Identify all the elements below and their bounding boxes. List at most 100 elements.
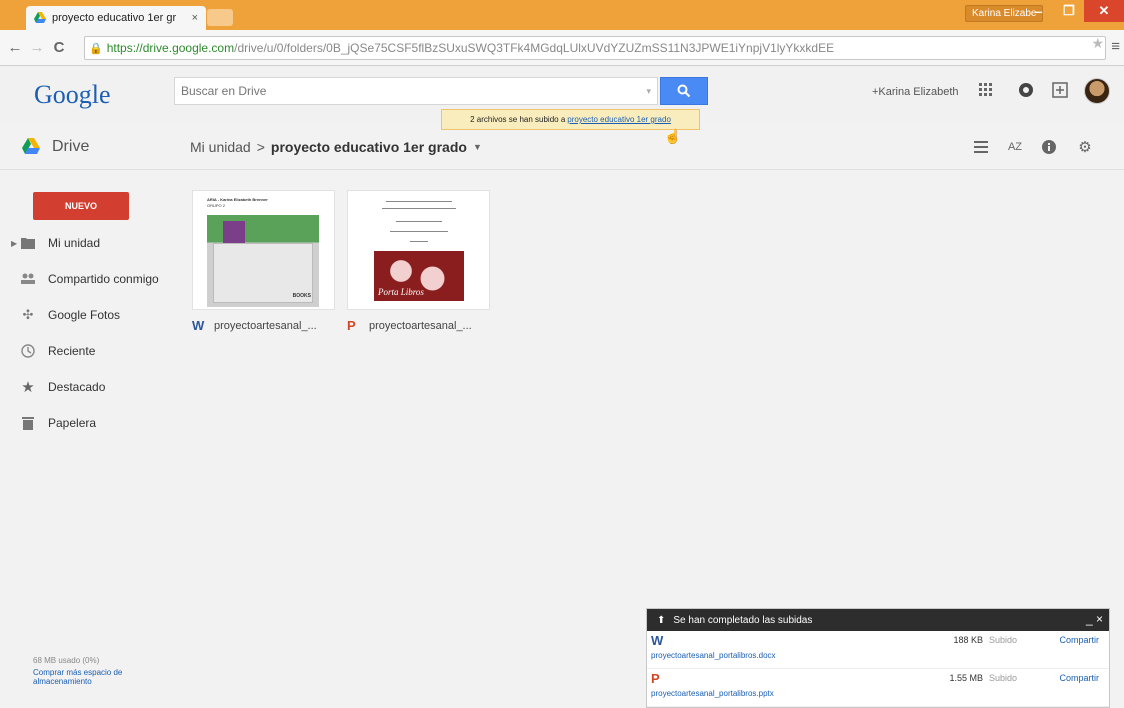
file-card-pptx[interactable]: Porta Libros P proyectoartesanal_... — [347, 190, 490, 350]
tab-close-icon[interactable]: × — [192, 12, 198, 24]
sidebar: NUEVO ▶ Mi unidad Compartido conmigo ✣ G… — [0, 170, 178, 708]
thumb-header-text: ARIA - Karina Elizabeth Brenner — [207, 197, 268, 202]
upload-file-size: 188 KB — [953, 635, 983, 645]
clock-icon — [20, 343, 36, 359]
drive-toolbar: Drive Mi unidad > proyecto educativo 1er… — [0, 124, 1124, 170]
maximize-icon[interactable]: ❐ — [1054, 0, 1084, 22]
thumb-photo: BOOKS — [207, 215, 319, 307]
google-logo[interactable]: Google — [34, 80, 111, 110]
upload-file-name[interactable]: proyectoartesanal_portalibros.docx — [651, 651, 776, 660]
sidebar-item-compartido[interactable]: Compartido conmigo — [20, 270, 159, 288]
folder-menu-caret-icon[interactable]: ▼ — [473, 142, 482, 152]
new-tab-button[interactable] — [207, 9, 233, 26]
upload-arrow-icon: ⬆ — [657, 614, 666, 626]
breadcrumb-current[interactable]: proyecto educativo 1er grado — [271, 139, 467, 155]
upload-panel-controls[interactable]: _ × — [1086, 612, 1103, 626]
sidebar-item-label: Google Fotos — [48, 308, 121, 322]
sidebar-item-reciente[interactable]: Reciente — [20, 342, 95, 360]
upload-panel: ⬆ Se han completado las subidas _ × W pr… — [646, 608, 1110, 708]
sidebar-item-google-fotos[interactable]: ✣ Google Fotos — [20, 306, 121, 324]
drive-favicon-icon — [34, 12, 46, 23]
thumb-photo-title: Porta Libros — [378, 287, 424, 297]
window-controls: – ❐ ✕ — [1024, 0, 1124, 24]
thumb-photo: Porta Libros — [374, 251, 464, 301]
sidebar-item-destacado[interactable]: ★ Destacado — [20, 378, 105, 396]
search-button[interactable] — [660, 77, 708, 105]
hand-cursor-icon: ☝ — [664, 128, 682, 144]
breadcrumb-separator: > — [256, 139, 265, 155]
browser-menu-icon[interactable]: ≡ — [1111, 38, 1120, 55]
url-host: https://drive.google.com — [106, 41, 235, 55]
powerpoint-file-icon: P — [651, 671, 660, 686]
thumb-sub-text: GRUPO 2 — [207, 203, 226, 208]
upload-status: Subido — [989, 635, 1018, 645]
breadcrumb-root[interactable]: Mi unidad — [190, 139, 251, 155]
sort-az-icon[interactable]: AZ — [1006, 138, 1024, 156]
minimize-icon[interactable]: – — [1024, 0, 1054, 22]
upload-panel-header: ⬆ Se han completado las subidas _ × — [647, 609, 1109, 631]
search-options-icon[interactable]: ▾ — [646, 86, 651, 97]
upload-file-name[interactable]: proyectoartesanal_portalibros.pptx — [651, 689, 774, 698]
upload-notification: 2 archivos se han subido a proyecto educ… — [441, 109, 700, 130]
storage-usage: 68 MB usado (0%) — [33, 656, 100, 665]
apps-grid-icon[interactable] — [976, 80, 996, 100]
user-name-link[interactable]: +Karina Elizabeth — [872, 86, 959, 98]
sidebar-item-label: Destacado — [48, 380, 106, 394]
browser-toolbar: ← → C 🔒 https://drive.google.com /drive/… — [0, 30, 1124, 66]
upload-status: Subido — [989, 673, 1018, 683]
upload-row: P proyectoartesanal_portalibros.pptx 1.5… — [647, 669, 1109, 707]
folder-icon — [20, 235, 36, 251]
drive-logo-icon[interactable] — [22, 138, 40, 154]
search-box: ▾ — [174, 77, 658, 105]
address-bar[interactable]: 🔒 https://drive.google.com /drive/u/0/fo… — [84, 36, 1106, 60]
trash-icon — [20, 415, 36, 431]
window-close-icon[interactable]: ✕ — [1084, 0, 1124, 22]
bookmark-star-icon[interactable]: ★ — [1091, 35, 1104, 52]
star-icon: ★ — [21, 379, 35, 396]
tab-title: proyecto educativo 1er gr — [52, 12, 177, 24]
sidebar-item-papelera[interactable]: Papelera — [20, 414, 96, 432]
notifications-icon[interactable] — [1016, 80, 1036, 100]
notification-text: 2 archivos se han subido a — [470, 115, 566, 124]
powerpoint-file-icon: P — [347, 318, 356, 333]
file-card-docx[interactable]: ARIA - Karina Elizabeth Brenner GRUPO 2 … — [192, 190, 335, 350]
upload-row: W proyectoartesanal_portalibros.docx 188… — [647, 631, 1109, 669]
search-input[interactable] — [181, 84, 641, 98]
pinwheel-icon: ✣ — [22, 307, 34, 322]
file-name-row: W proyectoartesanal_... — [192, 318, 335, 333]
avatar[interactable] — [1084, 78, 1110, 104]
drive-label[interactable]: Drive — [52, 138, 89, 156]
expand-arrow-icon[interactable]: ▶ — [11, 239, 17, 248]
upload-file-size: 1.55 MB — [949, 673, 983, 683]
browser-tab[interactable]: proyecto educativo 1er gr × — [26, 6, 206, 30]
sidebar-item-label: Compartido conmigo — [48, 272, 159, 286]
sidebar-item-label: Mi unidad — [48, 236, 101, 250]
word-file-icon: W — [651, 633, 664, 648]
word-file-icon: W — [192, 318, 205, 333]
sidebar-item-label: Reciente — [48, 344, 96, 358]
share-button[interactable]: Compartir — [1059, 635, 1099, 645]
buy-storage-link[interactable]: Comprar más espacio de almacenamiento — [33, 668, 163, 686]
new-button[interactable]: NUEVO — [33, 192, 129, 220]
breadcrumb: Mi unidad > proyecto educativo 1er grado… — [190, 139, 482, 155]
info-icon[interactable] — [1040, 138, 1058, 156]
share-button[interactable]: Compartir — [1059, 673, 1099, 683]
list-view-icon[interactable] — [972, 138, 990, 156]
upload-panel-title: Se han completado las subidas — [673, 614, 813, 626]
settings-gear-icon[interactable]: ⚙ — [1076, 138, 1094, 156]
url-path: /drive/u/0/folders/0B_jQSe75CSF5flBzSUxu… — [234, 41, 835, 55]
forward-icon[interactable]: → — [26, 39, 48, 56]
browser-titlebar: proyecto educativo 1er gr × Karina Eliza… — [0, 0, 1124, 30]
file-name: proyectoartesanal_... — [369, 319, 472, 332]
notification-folder-link[interactable]: proyecto educativo 1er grado — [567, 115, 671, 124]
back-icon[interactable]: ← — [4, 39, 26, 56]
search-icon — [677, 84, 691, 98]
sidebar-item-mi-unidad[interactable]: ▶ Mi unidad — [11, 234, 101, 252]
file-name-row: P proyectoartesanal_... — [347, 318, 490, 333]
sidebar-item-label: Papelera — [48, 416, 97, 430]
lock-icon: 🔒 — [89, 42, 103, 55]
share-plus-icon[interactable] — [1050, 80, 1070, 100]
file-thumbnail: ARIA - Karina Elizabeth Brenner GRUPO 2 … — [192, 190, 335, 310]
reload-icon[interactable]: C — [48, 39, 70, 56]
file-thumbnail: Porta Libros — [347, 190, 490, 310]
